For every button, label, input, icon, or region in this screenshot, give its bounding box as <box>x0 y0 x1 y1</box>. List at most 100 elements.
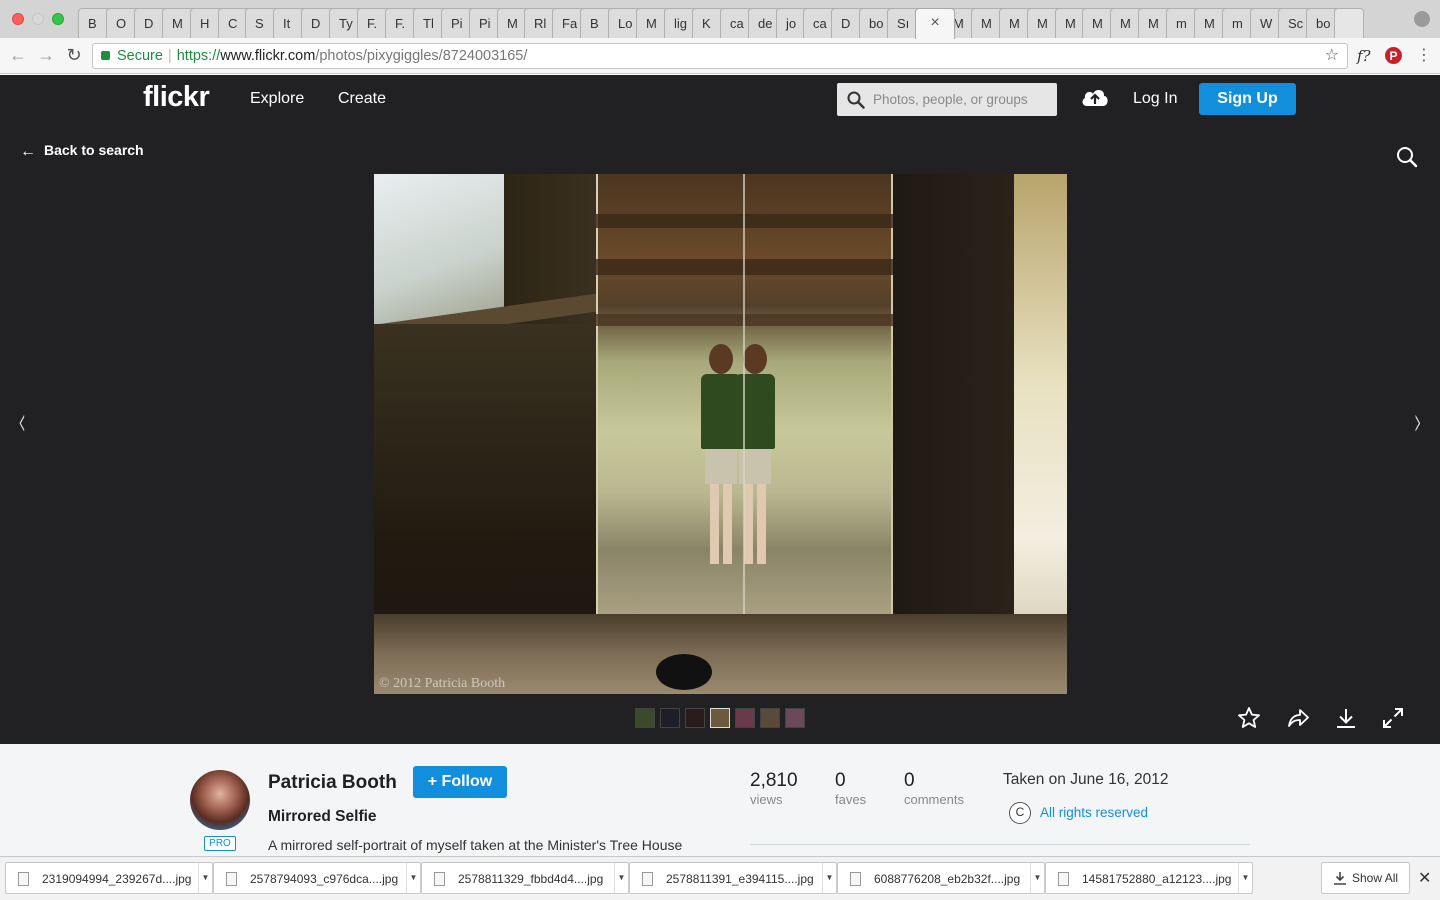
show-all-downloads-button[interactable]: Show All <box>1321 862 1410 894</box>
tab-strip: B O D M H C S It D Ty F. F. Tl Pi Pi M Rl Fa B Lo Mlig Kca de j… <box>78 8 1408 39</box>
download-item[interactable]: 2578794093_c976dca....jpg ▼ <box>213 862 421 894</box>
search-icon[interactable] <box>847 91 865 109</box>
download-item[interactable]: 14581752880_a12123....jpg ▼ <box>1045 862 1253 894</box>
download-filename: 2578811329_fbbd4d4....jpg <box>458 872 604 886</box>
upload-cloud-icon[interactable] <box>1080 86 1110 108</box>
profile-icon[interactable] <box>1414 11 1430 27</box>
photo-person-reflection <box>735 344 775 574</box>
file-icon <box>1058 872 1069 886</box>
extension-f-icon[interactable]: f? <box>1357 47 1371 65</box>
views-stat: 2,810 views <box>750 770 798 808</box>
previous-photo-icon[interactable]: ‹ <box>18 399 26 445</box>
download-item[interactable]: 6088776208_eb2b32f....jpg ▼ <box>837 862 1045 894</box>
photostream-thumbnail[interactable] <box>685 708 705 728</box>
photo-watermark: © 2012 Patricia Booth <box>379 676 506 691</box>
comments-stat: 0 comments <box>904 770 964 808</box>
file-icon <box>850 872 861 886</box>
views-label: views <box>750 792 783 807</box>
url-path: /photos/pixygiggles/8724003165/ <box>315 48 528 64</box>
fave-star-icon[interactable] <box>1237 706 1261 730</box>
site-header: flickr Explore Create Log In Sign Up <box>0 75 1440 124</box>
browser-menu-icon[interactable]: ⋮ <box>1416 47 1432 65</box>
show-all-label: Show All <box>1352 871 1399 885</box>
photostream-thumbnail[interactable] <box>785 708 805 728</box>
address-toolbar: ← → ↻ Secure | https://www.flickr.com/phot… <box>0 38 1440 74</box>
comments-count: 0 <box>904 770 915 791</box>
photostream-thumbnail[interactable] <box>660 708 680 728</box>
photo-wall-right <box>893 174 1013 644</box>
back-arrow-icon[interactable]: ← <box>8 46 28 64</box>
license-link[interactable]: All rights reserved <box>1040 805 1148 820</box>
file-icon <box>642 872 653 886</box>
nav-explore[interactable]: Explore <box>250 90 304 108</box>
photostream-thumbnail[interactable] <box>760 708 780 728</box>
back-arrow-icon: ← <box>20 143 36 160</box>
faves-label: faves <box>835 792 867 807</box>
chevron-down-icon[interactable]: ▼ <box>822 863 836 893</box>
minimize-window-button[interactable] <box>32 13 44 25</box>
close-downloads-icon[interactable]: ✕ <box>1418 868 1431 888</box>
photo-person-head <box>743 344 767 374</box>
photo-stage: ← Back to search ‹ › © 2012 Patricia Boot… <box>0 124 1440 744</box>
search-icon[interactable] <box>1396 146 1418 168</box>
main-photo[interactable]: © 2012 Patricia Booth <box>374 174 1067 694</box>
secure-label: Secure <box>117 48 163 64</box>
pro-badge: PRO <box>204 836 236 851</box>
avatar[interactable] <box>190 770 250 830</box>
browser-tab-bar: B O D M H C S It D Ty F. F. Tl Pi Pi M Rl Fa B Lo Mlig Kca de j… <box>0 0 1440 39</box>
faves-stat: 0 faves <box>835 770 866 808</box>
stats-divider <box>750 844 1250 845</box>
search-input[interactable] <box>873 83 1053 116</box>
signup-button[interactable]: Sign Up <box>1199 83 1296 115</box>
fullscreen-icon[interactable] <box>1381 706 1405 730</box>
photo-person-legs <box>744 484 766 564</box>
views-count: 2,810 <box>750 770 798 791</box>
url-scheme: https:// <box>176 48 221 64</box>
download-icon[interactable] <box>1334 706 1358 730</box>
share-icon[interactable] <box>1286 706 1310 730</box>
photo-title: Mirrored Selfie <box>268 808 377 825</box>
pinterest-icon[interactable]: P <box>1385 47 1402 64</box>
forward-arrow-icon[interactable]: → <box>36 46 56 64</box>
reload-icon[interactable]: ↻ <box>64 46 84 64</box>
chevron-down-icon[interactable]: ▼ <box>406 863 420 893</box>
nav-create[interactable]: Create <box>338 90 386 108</box>
taken-date[interactable]: Taken on June 16, 2012 <box>1003 771 1168 789</box>
url-bar[interactable]: Secure | https://www.flickr.com/photos/pix… <box>92 43 1348 69</box>
photo-blot <box>656 654 712 690</box>
file-icon <box>434 872 445 886</box>
download-filename: 6088776208_eb2b32f....jpg <box>874 872 1021 886</box>
close-window-button[interactable] <box>12 13 24 25</box>
chevron-down-icon[interactable]: ▼ <box>198 863 212 893</box>
download-item[interactable]: 2578811329_fbbd4d4....jpg ▼ <box>421 862 629 894</box>
url-separator: | <box>167 48 172 64</box>
photostream-thumbnail[interactable] <box>635 708 655 728</box>
chevron-down-icon[interactable]: ▼ <box>1030 863 1044 893</box>
photo-info-panel: PRO Patricia Booth + Follow Mirrored Sel… <box>0 744 1440 856</box>
chevron-down-icon[interactable]: ▼ <box>614 863 628 893</box>
photo-person-legs <box>710 484 732 564</box>
photo-person-shorts <box>705 449 737 484</box>
download-filename: 2578794093_c976dca....jpg <box>250 872 399 886</box>
download-filename: 14581752880_a12123....jpg <box>1082 872 1232 886</box>
photostream-thumbnail[interactable] <box>710 708 730 728</box>
photo-person-shirt <box>735 374 775 449</box>
download-item[interactable]: 2578811391_e394115....jpg ▼ <box>629 862 837 894</box>
next-photo-icon[interactable]: › <box>1414 399 1422 445</box>
photostream-thumbnail[interactable] <box>735 708 755 728</box>
tab-active[interactable]: × <box>915 8 955 39</box>
flickr-logo[interactable]: flickr <box>143 81 210 114</box>
follow-button[interactable]: + Follow <box>413 766 507 798</box>
maximize-window-button[interactable] <box>52 13 64 25</box>
author-name[interactable]: Patricia Booth <box>268 772 397 794</box>
login-link[interactable]: Log In <box>1133 90 1177 108</box>
chevron-down-icon[interactable]: ▼ <box>1238 863 1252 893</box>
downloads-bar: 2319094994_239267d....jpg ▼ 2578794093_c97… <box>0 856 1440 900</box>
download-filename: 2578811391_e394115....jpg <box>666 872 814 886</box>
search-box <box>837 83 1057 116</box>
file-icon <box>226 872 237 886</box>
back-to-search-link[interactable]: ← Back to search <box>20 142 144 160</box>
download-item[interactable]: 2319094994_239267d....jpg ▼ <box>5 862 213 894</box>
new-tab-button[interactable] <box>1334 8 1364 38</box>
bookmark-star-icon[interactable]: ☆ <box>1325 44 1339 68</box>
